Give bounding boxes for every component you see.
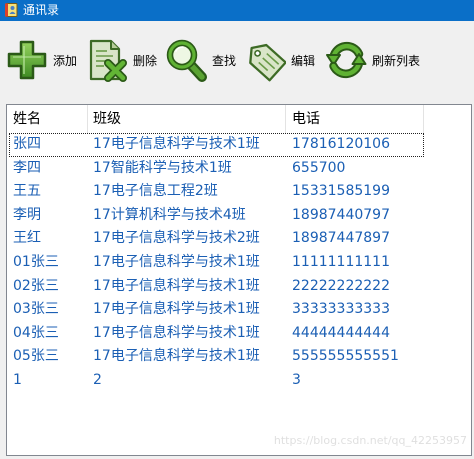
cell-class: 17电子信息科学与技术1班 xyxy=(93,253,260,270)
column-header-phone[interactable]: 电话 xyxy=(286,105,424,133)
cell-phone: 22222222222 xyxy=(292,277,390,294)
cell-phone: 33333333333 xyxy=(292,301,390,318)
cell-name: 02张三 xyxy=(13,277,59,294)
table-row[interactable]: 04张三 17电子信息科学与技术1班 44444444444 xyxy=(9,322,424,346)
search-button[interactable]: 查找 xyxy=(165,36,236,84)
cell-class: 2 xyxy=(93,371,102,388)
contact-list-view[interactable]: 姓名 班级 电话 张四 17电子信息科学与技术1班 17816120106 李四 17智… xyxy=(6,104,472,456)
cell-name: 王五 xyxy=(13,183,41,200)
search-magnifier-icon xyxy=(165,37,207,83)
search-button-label: 查找 xyxy=(212,53,237,68)
table-row[interactable]: 张四 17电子信息科学与技术1班 17816120106 xyxy=(9,133,424,157)
edit-button[interactable]: 编辑 xyxy=(244,36,315,84)
refresh-list-button-label: 刷新列表 xyxy=(372,53,421,68)
cell-phone: 18987440797 xyxy=(292,206,390,223)
cell-class: 17电子信息科学与技术1班 xyxy=(93,301,260,318)
table-row[interactable]: 王红 17电子信息科学与技术2班 18987447897 xyxy=(9,227,424,251)
cell-name: 03张三 xyxy=(13,301,59,318)
watermark: https://blog.csdn.net/qq_42253957 xyxy=(273,434,467,447)
address-book-icon[interactable] xyxy=(3,2,19,18)
cell-name: 01张三 xyxy=(13,253,59,270)
refresh-icon xyxy=(325,37,367,83)
delete-document-icon xyxy=(86,37,128,83)
list-header: 姓名 班级 电话 xyxy=(7,105,471,133)
delete-button[interactable]: 删除 xyxy=(86,36,157,84)
cell-class: 17电子信息科学与技术1班 xyxy=(93,324,260,341)
column-header-name[interactable]: 姓名 xyxy=(7,105,88,133)
refresh-list-button[interactable]: 刷新列表 xyxy=(325,36,420,84)
table-row[interactable]: 05张三 17电子信息科学与技术1班 555555555551 xyxy=(9,345,424,369)
table-row[interactable]: 李四 17智能科学与技术1班 655700 xyxy=(9,157,424,181)
table-row[interactable]: 1 2 3 xyxy=(9,369,424,393)
table-row[interactable]: 03张三 17电子信息科学与技术1班 33333333333 xyxy=(9,298,424,322)
cell-name: 李四 xyxy=(13,159,41,176)
cell-name: 1 xyxy=(13,371,22,388)
edit-button-label: 编辑 xyxy=(291,53,316,68)
toolbar: 添加 删除 查找 编辑 刷新列表 xyxy=(0,21,474,102)
cell-class: 17电子信息工程2班 xyxy=(93,183,218,200)
cell-name: 李明 xyxy=(13,206,41,223)
edit-tag-icon xyxy=(244,37,286,83)
table-row[interactable]: 王五 17电子信息工程2班 15331585199 xyxy=(9,180,424,204)
list-rows: 张四 17电子信息科学与技术1班 17816120106 李四 17智能科学与技术1班 6… xyxy=(9,133,424,393)
title-bar[interactable]: 通讯录 xyxy=(0,0,474,21)
table-row[interactable]: 01张三 17电子信息科学与技术1班 11111111111 xyxy=(9,251,424,275)
cell-phone: 555555555551 xyxy=(292,348,399,365)
add-button[interactable]: 添加 xyxy=(6,36,77,84)
cell-phone: 3 xyxy=(292,371,301,388)
cell-phone: 655700 xyxy=(292,159,346,176)
cell-name: 张四 xyxy=(13,136,41,152)
table-row[interactable]: 02张三 17电子信息科学与技术1班 22222222222 xyxy=(9,275,424,299)
cell-class: 17计算机科学与技术4班 xyxy=(93,206,246,223)
add-button-label: 添加 xyxy=(53,53,78,68)
cell-class: 17电子信息科学与技术2班 xyxy=(93,230,260,247)
cell-phone: 17816120106 xyxy=(292,136,390,152)
cell-phone: 44444444444 xyxy=(292,324,390,341)
cell-class: 17智能科学与技术1班 xyxy=(93,159,232,176)
cell-name: 05张三 xyxy=(13,348,59,365)
cell-name: 王红 xyxy=(13,230,41,247)
cell-name: 04张三 xyxy=(13,324,59,341)
table-row[interactable]: 李明 17计算机科学与技术4班 18987440797 xyxy=(9,204,424,228)
delete-button-label: 删除 xyxy=(133,53,158,68)
cell-class: 17电子信息科学与技术1班 xyxy=(93,136,260,152)
cell-phone: 18987447897 xyxy=(292,230,390,247)
column-header-class[interactable]: 班级 xyxy=(88,105,286,133)
cell-phone: 15331585199 xyxy=(292,183,390,200)
add-plus-icon xyxy=(6,37,48,83)
cell-class: 17电子信息科学与技术1班 xyxy=(93,277,260,294)
window-title: 通讯录 xyxy=(23,3,60,17)
cell-phone: 11111111111 xyxy=(292,253,390,270)
cell-class: 17电子信息科学与技术1班 xyxy=(93,348,260,365)
